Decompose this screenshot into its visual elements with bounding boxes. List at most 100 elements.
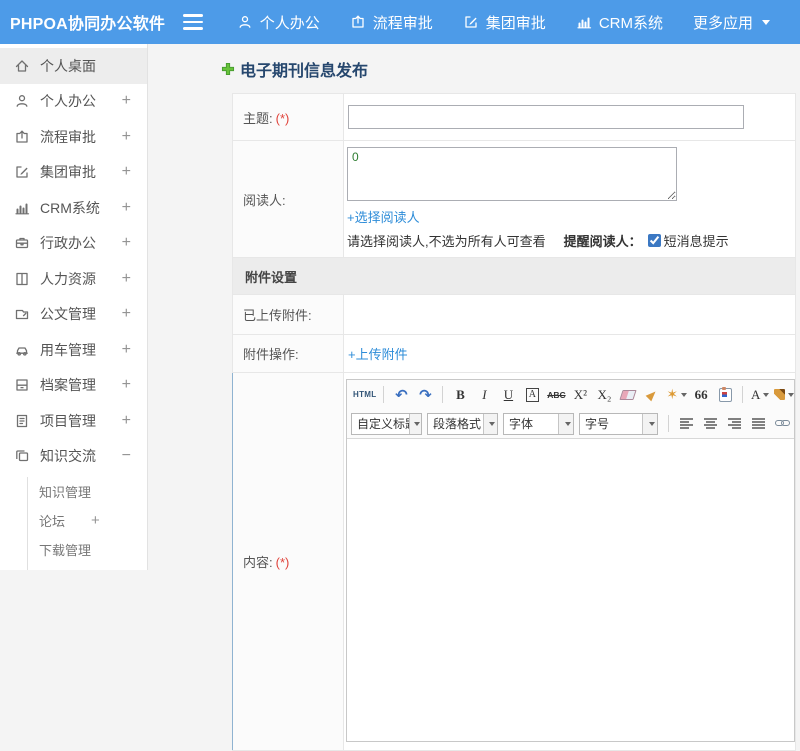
align-center-button-icon: [703, 418, 717, 429]
sidebar-subitem-download-mgmt[interactable]: 下载管理: [28, 535, 147, 564]
sidebar-item-vehicle-mgmt-label: 用车管理: [40, 341, 96, 358]
sidebar-item-document-mgmt-label: 公文管理: [40, 306, 96, 323]
highlight-color-button[interactable]: [773, 384, 794, 405]
subscript-button[interactable]: X₂: [593, 384, 615, 405]
autoformat-button-glyph: ✶: [666, 386, 679, 402]
align-right-button[interactable]: [723, 413, 745, 434]
font-size-select-value: 字号: [585, 417, 610, 431]
heading-style-select[interactable]: 自定义标题: [351, 412, 422, 435]
blockquote-button[interactable]: 66: [690, 384, 712, 405]
align-center-button[interactable]: [699, 413, 721, 434]
strikethrough-button[interactable]: ABC: [545, 384, 567, 405]
autoformat-button[interactable]: ✶: [665, 384, 688, 405]
align-left-button[interactable]: [675, 413, 697, 434]
nav-more-apps[interactable]: 更多应用: [693, 12, 770, 33]
expand-plus-icon[interactable]: +: [122, 235, 131, 251]
html-source-button[interactable]: HTML: [352, 384, 377, 405]
redo-button-glyph: ↷: [419, 386, 432, 404]
sidebar-subitem-knowledge-mgmt[interactable]: 知识管理: [28, 477, 147, 506]
paragraph-format-select[interactable]: 段落格式: [427, 412, 498, 435]
caret-down-icon: [763, 392, 770, 397]
font-size-select-dropdown-button[interactable]: [642, 413, 657, 434]
content-row: 内容:(*) HTML↶↷BIUAABCX²X₂✶66A 自定义标题段落格式字体…: [232, 372, 796, 751]
redo-button[interactable]: ↷: [414, 384, 436, 405]
expand-plus-icon[interactable]: +: [122, 270, 131, 287]
chat-icon: [14, 448, 30, 464]
sidebar-item-knowledge-exchange[interactable]: 知识交流 −: [0, 439, 147, 475]
heading-style-select-dropdown-button[interactable]: [409, 413, 421, 434]
eraser-button[interactable]: [617, 384, 639, 405]
car-icon: [14, 342, 30, 358]
sidebar-subitem-public-file-cabinet[interactable]: 公共文件柜: [28, 564, 147, 570]
readers-textarea[interactable]: [347, 147, 677, 201]
align-justify-button-icon: [751, 418, 765, 429]
bold-button-glyph: B: [456, 386, 465, 402]
select-readers-link[interactable]: +选择阅读人: [347, 207, 420, 226]
subject-input[interactable]: [348, 105, 744, 129]
paragraph-format-select-dropdown-button[interactable]: [482, 413, 497, 434]
bold-button[interactable]: B: [449, 384, 471, 405]
user-icon: [14, 93, 30, 109]
italic-button[interactable]: I: [473, 384, 495, 405]
sidebar-item-personal-desktop[interactable]: 个人桌面: [0, 48, 147, 84]
publish-form: 主题:(*) 阅读人: +选择阅读人 请选择阅读人,不选为所有人可查看 提醒阅读…: [232, 93, 796, 751]
readers-row: 阅读人: +选择阅读人 请选择阅读人,不选为所有人可查看 提醒阅读人： 短消息提…: [232, 140, 796, 258]
collapse-minus-icon[interactable]: −: [122, 448, 131, 464]
sidebar-item-project-mgmt[interactable]: 项目管理 +: [0, 403, 147, 439]
align-right-button-icon: [727, 418, 741, 429]
editor-content-area[interactable]: [347, 438, 794, 741]
required-mark: (*): [275, 555, 290, 570]
expand-plus-icon[interactable]: +: [122, 164, 131, 180]
sidebar-item-group-approval[interactable]: 集团审批 +: [0, 155, 147, 191]
paragraph-format-select-value: 段落格式: [433, 417, 482, 431]
font-color-button[interactable]: A: [749, 384, 771, 405]
sidebar-item-crm-system[interactable]: CRM系统 +: [0, 190, 147, 226]
nav-workflow-approval[interactable]: 流程审批: [350, 12, 433, 33]
menu-toggle-button[interactable]: [182, 14, 203, 30]
sidebar-item-human-resources[interactable]: 人力资源 +: [0, 261, 147, 297]
font-size-select[interactable]: 字号: [579, 412, 658, 435]
sidebar-item-document-mgmt[interactable]: 公文管理 +: [0, 297, 147, 333]
expand-plus-icon[interactable]: +: [122, 306, 131, 322]
strikethrough-button-glyph: ABC: [547, 389, 566, 400]
expand-plus-icon[interactable]: +: [122, 128, 131, 145]
expand-plus-icon[interactable]: +: [122, 199, 131, 216]
sidebar-item-archive-mgmt-label: 档案管理: [40, 377, 96, 394]
sidebar-subitem-forum[interactable]: 论坛 +: [28, 506, 147, 535]
add-plus-icon: [221, 62, 235, 76]
font-family-select[interactable]: 字体: [503, 412, 574, 435]
font-family-select-dropdown-button[interactable]: [558, 413, 573, 434]
heading-style-select-value: 自定义标题: [357, 417, 409, 431]
subject-row: 主题: (*): [232, 93, 796, 141]
expand-plus-icon[interactable]: +: [122, 93, 131, 109]
expand-plus-icon[interactable]: +: [122, 412, 131, 429]
format-brush-button[interactable]: [641, 384, 663, 405]
sidebar-item-group-approval-label: 集团审批: [40, 164, 96, 181]
expand-plus-icon[interactable]: +: [122, 377, 131, 393]
superscript-button[interactable]: X²: [569, 384, 591, 405]
expand-plus-icon[interactable]: +: [122, 341, 131, 358]
sidebar-subitem-knowledge-mgmt-label: 知识管理: [39, 485, 92, 500]
toolbar-separator: [442, 386, 444, 403]
align-justify-button[interactable]: [747, 413, 769, 434]
uploaded-attachments-row: 已上传附件:: [232, 294, 796, 335]
nav-more-apps-label: 更多应用: [692, 14, 753, 32]
underline-button[interactable]: U: [497, 384, 519, 405]
upload-attachment-link[interactable]: +上传附件: [348, 344, 408, 363]
sidebar-item-personal-office[interactable]: 个人办公 +: [0, 84, 147, 120]
sidebar-item-admin-office[interactable]: 行政办公 +: [0, 226, 147, 262]
paste-as-text-button[interactable]: [714, 384, 736, 405]
sidebar-item-archive-mgmt[interactable]: 档案管理 +: [0, 368, 147, 404]
insert-link-button[interactable]: [771, 413, 793, 434]
nav-crm-system[interactable]: CRM系统: [576, 12, 663, 33]
nav-personal-office[interactable]: 个人办公: [237, 12, 320, 33]
nav-group-approval[interactable]: 集团审批: [463, 12, 546, 33]
page-title: 电子期刊信息发布: [240, 63, 369, 80]
expand-plus-icon[interactable]: +: [91, 512, 100, 529]
sidebar-item-workflow-approval[interactable]: 流程审批 +: [0, 119, 147, 155]
underline-button-glyph: U: [503, 386, 514, 402]
font-border-button[interactable]: A: [521, 384, 543, 405]
sms-notify-checkbox[interactable]: [647, 234, 661, 247]
sidebar-item-vehicle-mgmt[interactable]: 用车管理 +: [0, 332, 147, 368]
undo-button[interactable]: ↶: [390, 384, 412, 405]
